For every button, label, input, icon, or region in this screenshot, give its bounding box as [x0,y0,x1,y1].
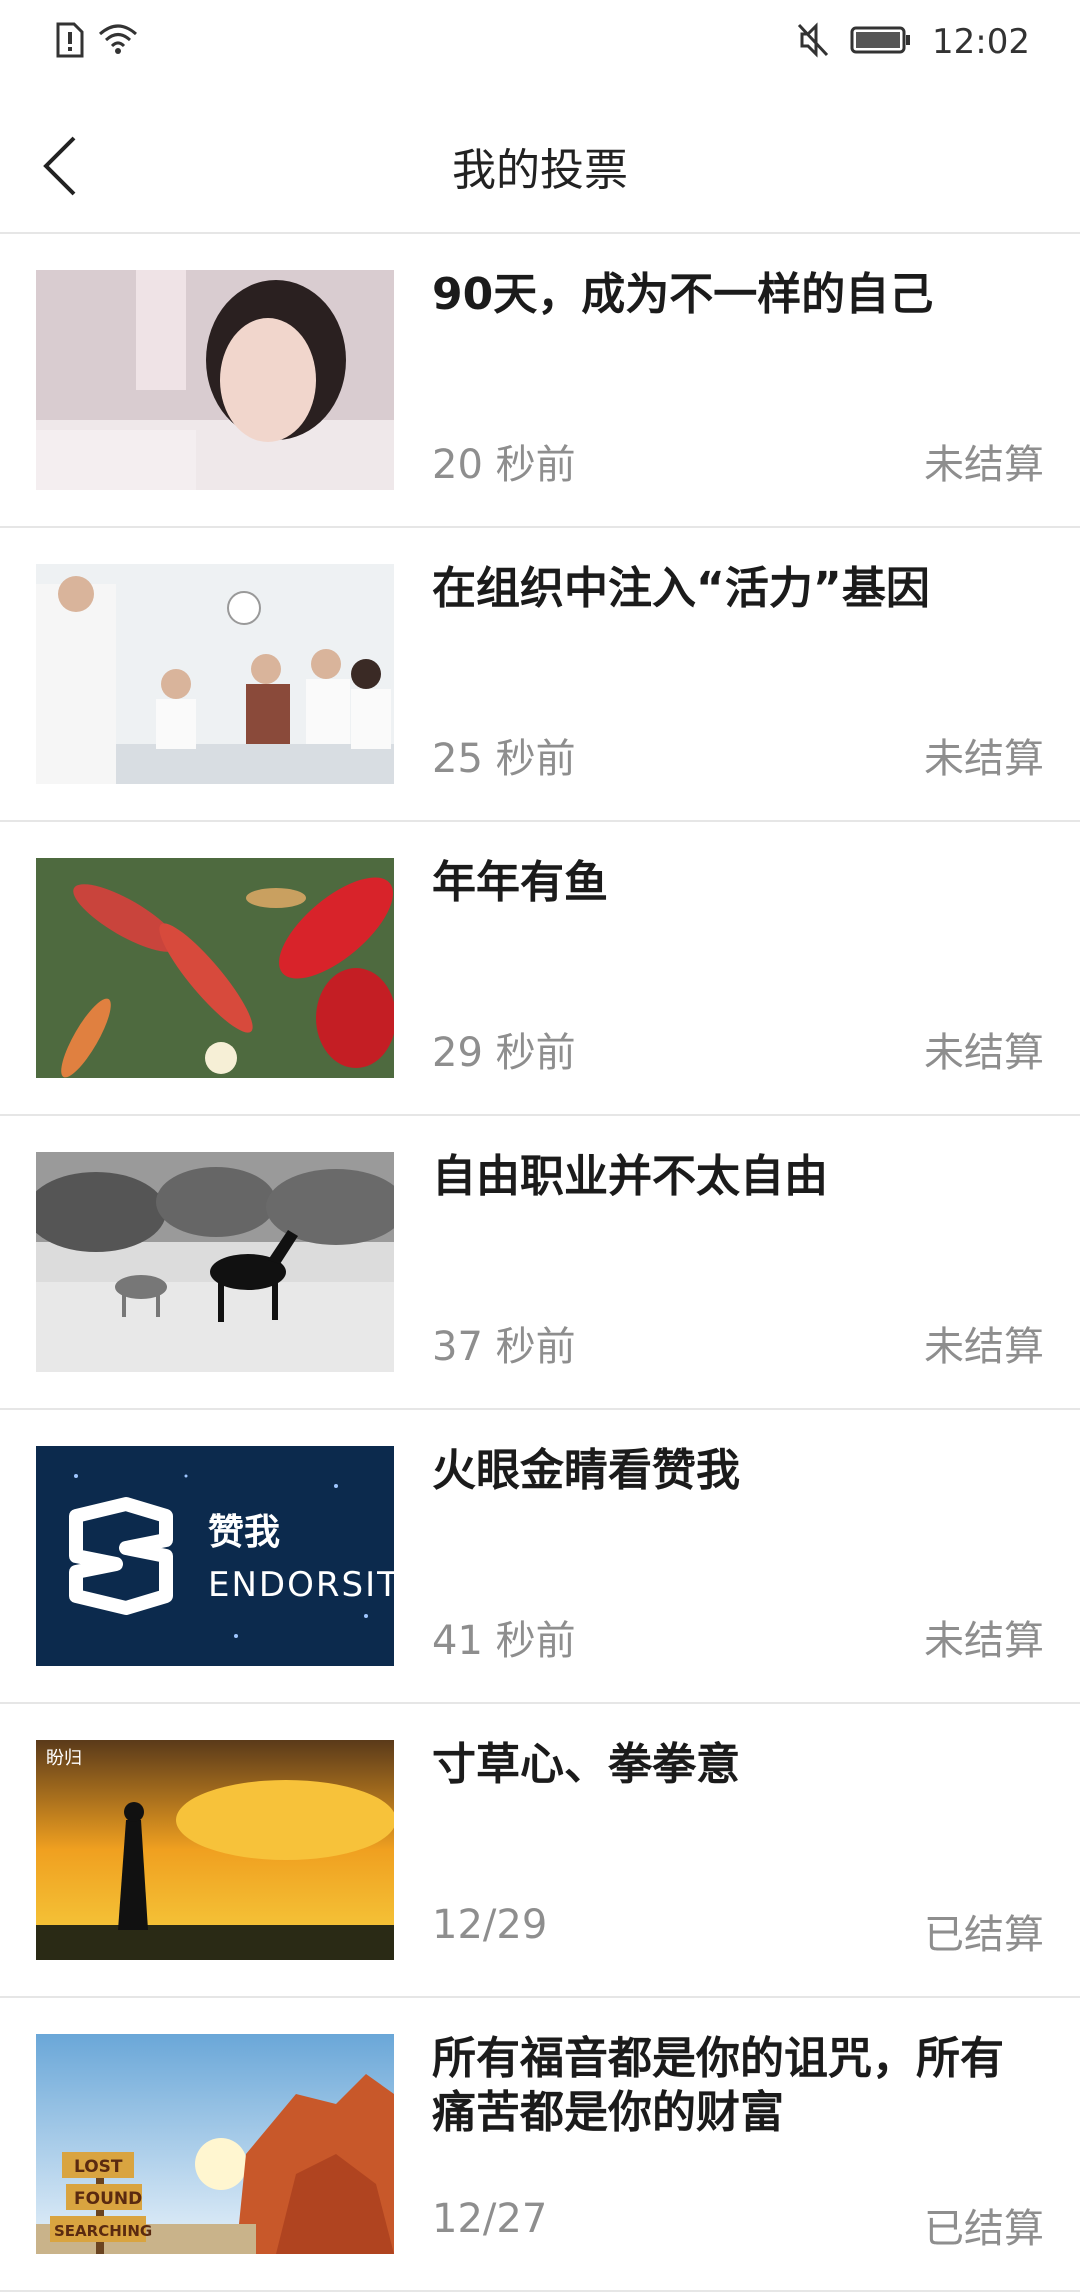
vote-list-item[interactable]: LOST FOUND SEARCHING 所有福音都是你的诅咒，所有痛苦都是你的… [0,1998,1080,2292]
vote-title: 年年有鱼 [432,857,608,908]
settlement-status: 未结算 [924,442,1044,488]
vote-list-item[interactable]: 赞我 ENDORSIT 火眼金睛看赞我 41 秒前 未结算 [0,1410,1080,1704]
top-nav-bar: 我的投票 [0,92,1080,234]
page-title: 我的投票 [452,145,628,196]
settlement-status: 未结算 [924,1618,1044,1664]
vote-thumbnail [36,1152,394,1372]
battery-icon [850,25,912,59]
sign-found-text: FOUND [74,2189,142,2209]
settlement-status: 已结算 [924,2206,1044,2252]
wifi-icon [98,24,138,60]
image-caption-text: 盼归 [46,1748,82,1769]
vote-title: 火眼金睛看赞我 [432,1445,740,1496]
vote-thumbnail: LOST FOUND SEARCHING [36,2034,394,2254]
vote-list-item[interactable]: 90天，成为不一样的自己 20 秒前 未结算 [0,234,1080,528]
vote-time: 29 秒前 [432,1030,576,1076]
vote-time: 41 秒前 [432,1618,576,1664]
vote-time: 37 秒前 [432,1324,576,1370]
vote-list-item[interactable]: 年年有鱼 29 秒前 未结算 [0,822,1080,1116]
image-brand-text: 赞我 [208,1512,280,1553]
clock: 12:02 [932,22,1030,62]
settlement-status: 未结算 [924,1030,1044,1076]
settlement-status: 未结算 [924,1324,1044,1370]
vote-list-item[interactable]: 在组织中注入“活力”基因 25 秒前 未结算 [0,528,1080,822]
sign-lost-text: LOST [74,2157,123,2177]
vote-title: 寸草心、拳拳意 [432,1739,740,1790]
vote-list-item[interactable]: 自由职业并不太自由 37 秒前 未结算 [0,1116,1080,1410]
vote-time: 12/27 [432,2196,548,2242]
vote-thumbnail: 赞我 ENDORSIT [36,1446,394,1666]
vote-title: 所有福音都是你的诅咒，所有痛苦都是你的财富 [432,2033,1004,2138]
vote-list-item[interactable]: 盼归 寸草心、拳拳意 12/29 已结算 [0,1704,1080,1998]
vote-title: 90天，成为不一样的自己 [432,269,934,320]
vote-list: 90天，成为不一样的自己 20 秒前 未结算 在组织中注入“活力”基因 25 秒… [0,234,1080,2292]
vote-thumbnail: 盼归 [36,1740,394,1960]
vote-time: 25 秒前 [432,736,576,782]
vote-title: 在组织中注入“活力”基因 [432,563,930,614]
vote-thumbnail [36,270,394,490]
sign-searching-text: SEARCHING [54,2222,152,2240]
mute-icon [796,22,830,62]
image-brand-subtext: ENDORSIT [208,1565,394,1605]
vote-thumbnail [36,564,394,784]
settlement-status: 未结算 [924,736,1044,782]
vote-thumbnail [36,858,394,1078]
vote-title: 自由职业并不太自由 [432,1151,828,1202]
settlement-status: 已结算 [924,1912,1044,1958]
vote-time: 20 秒前 [432,442,576,488]
sim-alert-icon [54,22,84,62]
vote-time: 12/29 [432,1902,548,1948]
status-bar: 12:02 [0,0,1080,92]
